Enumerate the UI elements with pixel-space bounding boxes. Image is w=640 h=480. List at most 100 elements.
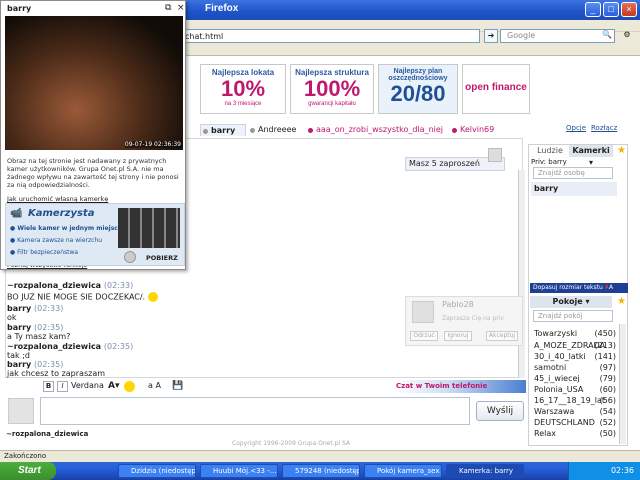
cams-preview — [118, 208, 180, 248]
taskbar-item[interactable]: 579248 (niedostępny... — [282, 464, 360, 478]
ad-3-head: Najlepszy plan oszczędnościowy — [388, 68, 448, 82]
fit-text-button[interactable]: Dopasuj rozmiar tekstu AA — [530, 283, 628, 293]
minimize-button[interactable]: _ — [585, 2, 601, 17]
room-count: (450) — [594, 329, 616, 338]
taskbar-item[interactable]: Kamerka: barry — [446, 464, 524, 478]
camera-icon: 📹 — [10, 208, 23, 219]
room-item[interactable]: 30_i_40_latki (141) — [534, 351, 616, 362]
ad-banner-1[interactable]: Najlepsza lokata 10% na 3 miesiące — [200, 64, 286, 114]
room-count: (141) — [594, 352, 616, 361]
accept-button[interactable]: Akceptuj — [486, 331, 518, 341]
room-item[interactable]: Warszawa (54) — [534, 406, 616, 417]
reject-button[interactable]: Odrzuć — [410, 331, 438, 341]
download-button[interactable]: POBIERZ — [146, 254, 178, 262]
search-icon[interactable]: 🔍 — [600, 29, 614, 43]
tab-label: Andreeee — [258, 125, 297, 134]
tab-ludzie[interactable]: Ludzie — [532, 145, 568, 157]
font-color-icon[interactable]: A▾ — [108, 381, 119, 391]
tab-label: Pokoje — [552, 297, 583, 306]
ad-banner-3[interactable]: Najlepszy plan oszczędnościowy 20/80 — [378, 64, 458, 114]
feature-item: ● Wiele kamer w jednym miejscu! — [10, 225, 125, 232]
tab-label: aaa_on_zrobi_wszystko_dla_niej — [316, 125, 444, 134]
bold-button[interactable]: B — [43, 381, 54, 392]
font-size-icon[interactable]: a A — [148, 381, 161, 390]
room-count: (213) — [594, 341, 616, 350]
star-icon[interactable]: ★ — [617, 145, 626, 156]
ad-2-small: gwarancji kapitału — [308, 101, 356, 107]
priv-invite-card: Pablo28 Zaprasza Cię na priv Odrzuć Igno… — [405, 296, 523, 346]
rooms-scrollbar[interactable] — [619, 324, 626, 444]
kamerzysta-title: Kamerzysta — [28, 208, 95, 219]
own-camera-link[interactable]: Jak uruchomić własną kamerkę — [7, 195, 108, 203]
message-input[interactable] — [40, 397, 470, 425]
tab-label: Kelvin69 — [460, 125, 495, 134]
message-author[interactable]: barry (02:35) — [7, 323, 63, 332]
webcam-video[interactable]: 09-07-19 02:36:39 — [5, 16, 183, 150]
room-name: Polonia_USA — [534, 385, 584, 394]
ad-banner-4[interactable]: open finance — [462, 64, 530, 114]
room-item[interactable]: Polonia_USA (60) — [534, 384, 616, 395]
font-select[interactable]: Verdana — [71, 381, 104, 390]
nick: barry — [7, 323, 32, 332]
status-bar: Zakończono — [0, 450, 640, 462]
search-placeholder: Google — [507, 31, 536, 40]
message-author[interactable]: barry (02:35) — [7, 360, 63, 369]
message-author[interactable]: ~rozpalona_dziewica (02:33) — [7, 281, 133, 290]
message-text: a Ty masz kam? — [7, 332, 71, 341]
star-icon[interactable]: ★ — [617, 296, 626, 307]
room-item[interactable]: A_MOZE_ZDRADA (213) — [534, 340, 616, 351]
tab-aaa-on-zrobi[interactable]: aaa_on_zrobi_wszystko_dla_niej — [306, 124, 443, 136]
italic-button[interactable]: I — [57, 381, 68, 392]
close-icon[interactable]: × — [177, 3, 185, 13]
tab-pokoje[interactable]: Pokoje ▾ — [530, 296, 612, 308]
ad-banner-2[interactable]: Najlepsza struktura 100% gwarancji kapit… — [290, 64, 374, 114]
close-window-button[interactable]: × — [621, 2, 637, 17]
detach-icon[interactable]: ⧉ — [165, 3, 171, 13]
person-list-item[interactable]: barry — [531, 182, 617, 196]
tab-andreeee[interactable]: Andreeee — [248, 124, 296, 136]
room-item[interactable]: DEUTSCHLAND (52) — [534, 417, 616, 428]
room-item[interactable]: 16_17__18_19_lat (56) — [534, 395, 616, 406]
emoticons-icon[interactable] — [124, 381, 135, 392]
feature-item: ● Filtr bezpieczeństwa — [10, 249, 79, 256]
message-author[interactable]: barry (02:33) — [7, 304, 63, 313]
tab-barry[interactable]: barry — [200, 124, 246, 136]
tools-icon[interactable]: ⚙ — [620, 29, 634, 43]
taskbar-item[interactable]: Dzidzia (niedostępna... — [118, 464, 196, 478]
room-item[interactable]: Towarzyski (450) — [534, 328, 616, 339]
tab-kamerki[interactable]: Kamerki ▾ — [569, 145, 613, 167]
taskbar-item[interactable]: Pokój kamera_sex Er... — [364, 464, 442, 478]
message-author[interactable]: ~rozpalona_dziewica (02:35) — [7, 342, 133, 351]
find-person-input[interactable]: Znajdź osobę — [533, 167, 613, 179]
options-link[interactable]: Opcje — [566, 124, 586, 132]
tab-kelvin69[interactable]: Kelvin69 — [450, 124, 494, 136]
mobile-chat-promo[interactable]: Czat w Twoim telefonie — [392, 380, 526, 393]
find-room-input[interactable]: Znajdź pokój — [533, 310, 613, 322]
send-button[interactable]: Wyślij — [476, 401, 524, 421]
kamerzysta-promo[interactable]: 📹 Kamerzysta ● Wiele kamer w jednym miej… — [5, 203, 185, 266]
room-count: (50) — [599, 429, 616, 438]
feature-item: ● Kamera zawsze na wierzchu — [10, 237, 103, 244]
nick: ~rozpalona_dziewica — [7, 342, 102, 351]
address-bar[interactable]: chat.html — [180, 29, 480, 43]
clock: 02:36 — [610, 466, 634, 475]
ignore-button[interactable]: Ignoruj — [444, 331, 472, 341]
popup-title: barry — [7, 4, 32, 13]
maximize-button[interactable]: □ — [603, 2, 619, 17]
start-button[interactable]: Start — [0, 462, 56, 480]
user-avatar-icon — [412, 301, 434, 323]
tab-label: barry — [211, 126, 236, 135]
room-name: Relax — [534, 429, 556, 438]
room-count: (60) — [599, 385, 616, 394]
message-text: BO JUZ NIE MOGE SIE DOCZEKAC/. — [7, 292, 158, 302]
disconnect-link[interactable]: Rozłącz — [591, 124, 617, 132]
save-icon[interactable]: 💾 — [172, 381, 183, 391]
room-item[interactable]: Relax (50) — [534, 428, 616, 439]
chat-scrollbar[interactable] — [518, 170, 525, 378]
room-item[interactable]: samotni (97) — [534, 362, 616, 373]
taskbar-item[interactable]: Huubi Mój.<33 -... — [200, 464, 278, 478]
search-input[interactable]: Google — [500, 29, 615, 43]
go-arrow-icon[interactable]: ➜ — [484, 29, 498, 43]
room-item[interactable]: 45_i_wiecej (79) — [534, 373, 616, 384]
download-icon[interactable] — [124, 251, 136, 263]
